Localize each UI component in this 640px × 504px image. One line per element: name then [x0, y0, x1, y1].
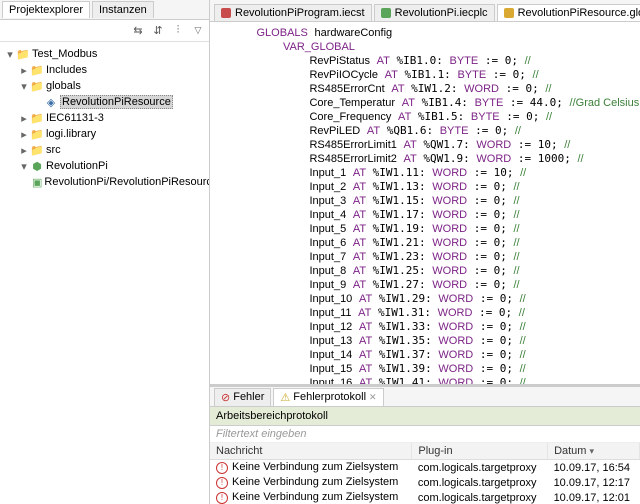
col-plugin[interactable]: Plug-in	[412, 443, 548, 460]
tab-errors[interactable]: ⊘Fehler	[214, 388, 271, 406]
error-icon: !	[216, 477, 228, 489]
editor-tab-program[interactable]: RevolutionPiProgram.iecst	[214, 4, 372, 21]
filter-icon[interactable]: ⫶	[171, 24, 185, 38]
tab-instances[interactable]: Instanzen	[92, 1, 154, 18]
file-icon	[504, 8, 514, 18]
tree-project-root[interactable]: ▾📁Test_Modbus	[4, 46, 209, 62]
log-row[interactable]: !Keine Verbindung zum Zielsystemcom.logi…	[210, 475, 640, 490]
log-table[interactable]: Nachricht Plug-in Datum ▾ !Keine Verbind…	[210, 443, 640, 504]
file-icon	[381, 8, 391, 18]
log-row[interactable]: !Keine Verbindung zum Zielsystemcom.logi…	[210, 490, 640, 504]
view-menu-icon[interactable]: ▽	[191, 24, 205, 38]
left-tabs: Projektexplorer Instanzen	[0, 0, 209, 20]
bottom-tabs: ⊘Fehler ⚠Fehlerprotokoll✕	[210, 387, 640, 407]
tree-globals[interactable]: ▾📁globals	[4, 78, 209, 94]
tree-includes[interactable]: ▸📁Includes	[4, 62, 209, 78]
bottom-panel: ⊘Fehler ⚠Fehlerprotokoll✕ Arbeitsbereich…	[210, 384, 640, 504]
tree-revpi-resource[interactable]: ◈RevolutionPiResource	[4, 94, 209, 110]
code-editor[interactable]: GLOBALS hardwareConfig VAR_GLOBAL RevPiS…	[210, 22, 640, 384]
col-message[interactable]: Nachricht	[210, 443, 412, 460]
error-icon: ⊘	[221, 391, 230, 404]
filter-input[interactable]: Filtertext eingeben	[210, 426, 640, 443]
close-icon[interactable]: ✕	[369, 392, 377, 403]
tree-src[interactable]: ▸📁src	[4, 142, 209, 158]
link-editor-icon[interactable]: ⇵	[151, 24, 165, 38]
protocol-title: Arbeitsbereichprotokoll	[210, 407, 640, 426]
left-toolbar: ⇆ ⇵ ⫶ ▽	[0, 20, 209, 42]
error-icon: !	[216, 462, 228, 474]
error-icon: !	[216, 492, 228, 504]
warning-icon: ⚠	[280, 391, 290, 404]
tree-iec[interactable]: ▸📁IEC61131-3	[4, 110, 209, 126]
project-tree[interactable]: ▾📁Test_Modbus ▸📁Includes ▾📁globals ◈Revo…	[0, 42, 209, 504]
tree-logi-library[interactable]: ▸📁logi.library	[4, 126, 209, 142]
tree-revolutionpi[interactable]: ▾⬢RevolutionPi	[4, 158, 209, 174]
tab-error-protocol[interactable]: ⚠Fehlerprotokoll✕	[273, 388, 383, 406]
editor-tabs: RevolutionPiProgram.iecst RevolutionPi.i…	[210, 0, 640, 22]
log-row[interactable]: !Keine Verbindung zum Zielsystemcom.logi…	[210, 460, 640, 476]
project-explorer-panel: Projektexplorer Instanzen ⇆ ⇵ ⫶ ▽ ▾📁Test…	[0, 0, 210, 504]
col-date[interactable]: Datum ▾	[548, 443, 640, 460]
tree-revpi-path[interactable]: ▣RevolutionPi/RevolutionPiResource	[4, 174, 209, 190]
editor-tab-resource-global[interactable]: RevolutionPiResource.global✕	[497, 4, 640, 21]
tab-project-explorer[interactable]: Projektexplorer	[2, 1, 90, 18]
file-icon	[221, 8, 231, 18]
editor-tab-plc[interactable]: RevolutionPi.iecplc	[374, 4, 495, 21]
collapse-icon[interactable]: ⇆	[131, 24, 145, 38]
